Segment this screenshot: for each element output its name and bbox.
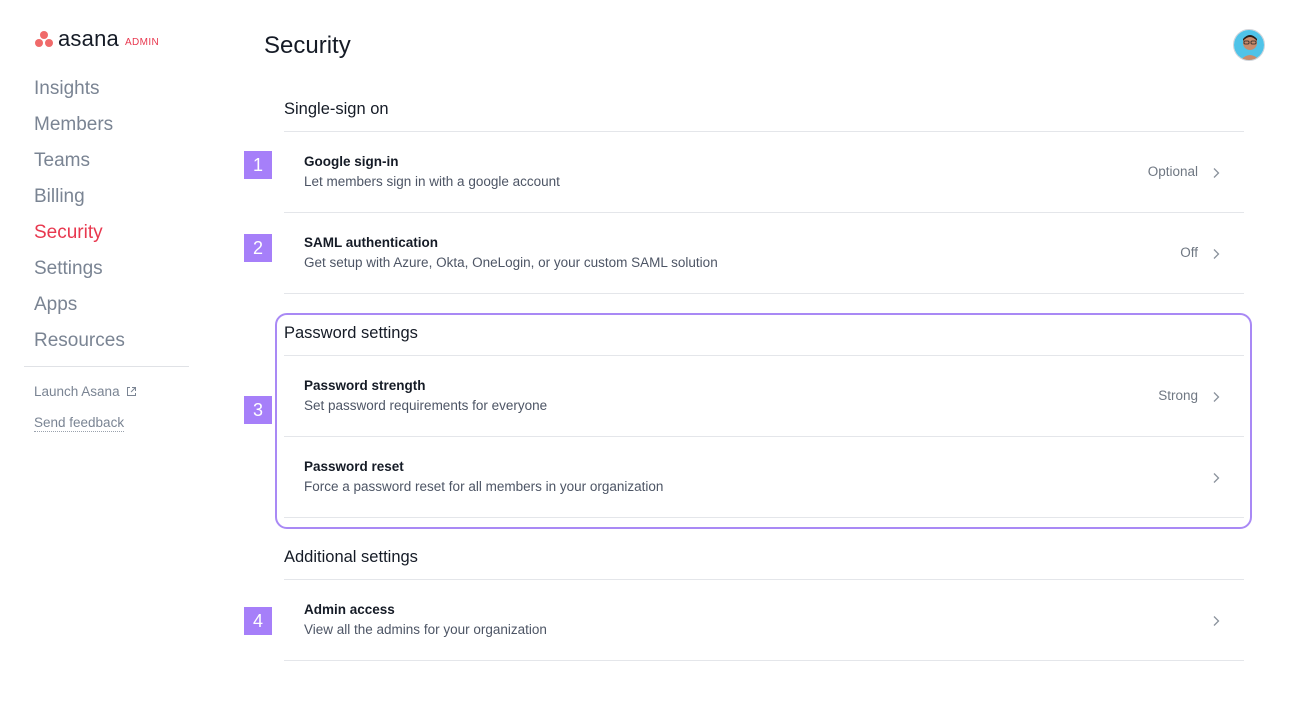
section-title-additional: Additional settings (284, 548, 418, 566)
sidebar-item-members[interactable]: Members (34, 112, 125, 148)
chevron-right-icon (1213, 616, 1220, 626)
row-title: Password strength (304, 378, 426, 393)
page-title: Security (264, 32, 351, 59)
divider (284, 660, 1244, 661)
chevron-right-icon (1213, 473, 1220, 483)
asana-logo[interactable]: asana ADMIN (34, 28, 159, 50)
sidebar-item-apps[interactable]: Apps (34, 292, 125, 328)
sidebar-item-insights[interactable]: Insights (34, 76, 125, 112)
row-status-value: Off (1180, 245, 1198, 260)
launch-asana-label: Launch Asana (34, 383, 120, 399)
section-title-password: Password settings (284, 324, 418, 342)
callout-badge-3: 3 (244, 396, 272, 424)
sidebar-item-teams[interactable]: Teams (34, 148, 125, 184)
sidebar-item-billing[interactable]: Billing (34, 184, 125, 220)
sidebar-item-resources[interactable]: Resources (34, 328, 125, 364)
logo-wordmark: asana (58, 26, 119, 51)
password-reset-row[interactable]: Password reset Force a password reset fo… (284, 437, 1244, 517)
row-title: SAML authentication (304, 235, 439, 250)
admin-access-row[interactable]: Admin access View all the admins for you… (284, 580, 1244, 660)
row-description: View all the admins for your organizatio… (304, 622, 547, 637)
callout-badge-1: 1 (244, 151, 272, 179)
password-strength-row[interactable]: Password strength Set password requireme… (284, 356, 1244, 436)
section-title-sso: Single-sign on (284, 100, 389, 118)
sidebar-divider (24, 366, 189, 367)
row-description: Let members sign in with a google accoun… (304, 174, 560, 189)
saml-authentication-row[interactable]: SAML authentication Get setup with Azure… (284, 213, 1244, 293)
sidebar-item-settings[interactable]: Settings (34, 256, 125, 292)
user-avatar[interactable] (1233, 29, 1265, 61)
chevron-right-icon (1213, 392, 1220, 402)
row-description: Set password requirements for everyone (304, 398, 548, 413)
row-status-value: Strong (1158, 388, 1198, 403)
google-signin-row[interactable]: Google sign-in Let members sign in with … (284, 132, 1244, 212)
row-description: Get setup with Azure, Okta, OneLogin, or… (304, 255, 718, 270)
sidebar: asana ADMIN Insights Members Teams Billi… (0, 0, 220, 728)
row-description: Force a password reset for all members i… (304, 479, 664, 494)
asana-logo-icon (34, 30, 54, 48)
row-title: Password reset (304, 459, 404, 474)
chevron-right-icon (1213, 249, 1220, 259)
divider (284, 293, 1244, 294)
chevron-right-icon (1213, 168, 1220, 178)
divider (284, 517, 1244, 518)
launch-asana-link[interactable]: Launch Asana (34, 382, 137, 400)
sidebar-nav: Insights Members Teams Billing Security … (34, 76, 125, 364)
sidebar-item-security[interactable]: Security (34, 220, 125, 256)
external-link-icon (126, 386, 136, 396)
logo-admin-label: ADMIN (124, 36, 160, 48)
avatar-icon (1234, 30, 1264, 60)
callout-badge-4: 4 (244, 607, 272, 635)
send-feedback-link[interactable]: Send feedback (34, 415, 125, 432)
row-title: Google sign-in (304, 154, 399, 169)
callout-badge-2: 2 (244, 234, 272, 262)
row-title: Admin access (304, 602, 395, 617)
sidebar-footer-links: Launch Asana Send feedback (34, 382, 137, 432)
row-status-value: Optional (1147, 164, 1198, 179)
